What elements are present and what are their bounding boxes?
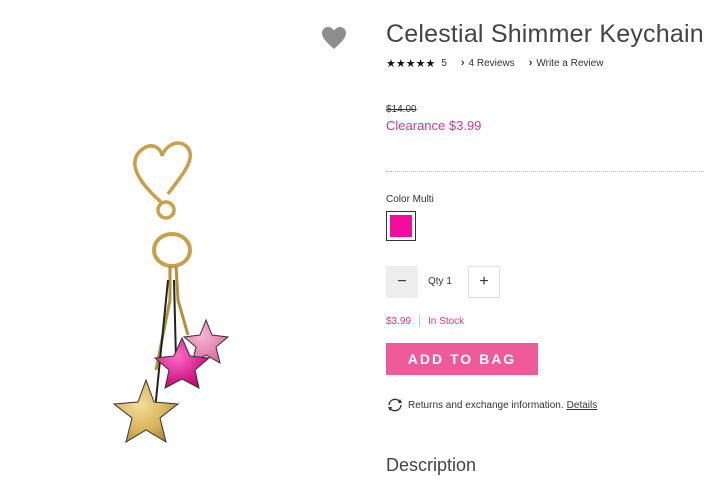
- qty-increase-button[interactable]: +: [468, 266, 500, 298]
- sale-price: Clearance $3.99: [386, 118, 482, 133]
- qty-label: Qty 1: [428, 276, 452, 287]
- chevron-right-icon: ›: [460, 57, 465, 69]
- description-heading[interactable]: Description: [386, 455, 476, 476]
- unit-price: $3.99: [386, 315, 412, 327]
- swatch-fill: [390, 215, 412, 237]
- qty-decrease-button[interactable]: −: [386, 266, 418, 298]
- rating-row: ★★★★★ 5 › 4 Reviews › Write a Review: [386, 56, 603, 70]
- heart-icon: [322, 27, 346, 49]
- stock-row: $3.99 In Stock: [386, 315, 464, 327]
- reviews-link[interactable]: › 4 Reviews: [461, 57, 515, 69]
- write-review-link[interactable]: › Write a Review: [529, 57, 604, 69]
- write-review-label: Write a Review: [536, 57, 604, 69]
- divider: [386, 171, 704, 172]
- product-image: [96, 130, 256, 460]
- rating-stars: ★★★★★: [386, 57, 436, 70]
- rating-count: 5: [441, 57, 447, 69]
- original-price: $14.00: [386, 104, 417, 115]
- refresh-icon: [388, 398, 402, 412]
- product-title: Celestial Shimmer Keychain: [386, 20, 704, 48]
- favorite-button[interactable]: [321, 26, 347, 50]
- color-swatch[interactable]: [386, 211, 416, 241]
- stock-separator: [419, 315, 421, 327]
- returns-text: Returns and exchange information.: [408, 399, 564, 411]
- stock-status: In Stock: [428, 315, 465, 327]
- details-link[interactable]: Details: [567, 400, 598, 411]
- keychain-illustration: [112, 141, 230, 444]
- add-to-bag-button[interactable]: ADD TO BAG: [386, 343, 538, 375]
- reviews-link-label: 4 Reviews: [468, 57, 515, 69]
- returns-info: Returns and exchange information. Detail…: [386, 398, 597, 412]
- chevron-right-icon: ›: [528, 57, 533, 69]
- color-label: Color Multi: [386, 194, 434, 205]
